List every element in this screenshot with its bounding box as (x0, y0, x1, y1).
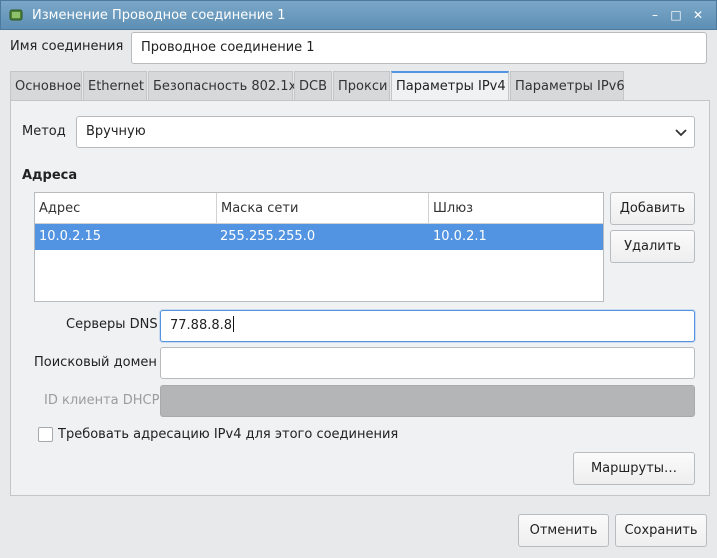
dns-servers-label: Серверы DNS (66, 317, 158, 332)
table-header: Адрес Маска сети Шлюз (35, 193, 603, 224)
cell-netmask[interactable]: 255.255.255.0 (220, 224, 315, 250)
window-titlebar: Изменение Проводное соединение 1 – □ ✕ (0, 0, 717, 30)
dhcp-client-id-input (160, 385, 695, 417)
search-domain-label: Поисковый домен (34, 355, 157, 370)
tab-general[interactable]: Основное (10, 71, 82, 101)
window-title: Изменение Проводное соединение 1 (32, 8, 286, 23)
require-ipv4-label[interactable]: Требовать адресацию IPv4 для этого соеди… (58, 427, 398, 442)
connection-name-input[interactable]: Проводное соединение 1 (131, 32, 707, 64)
dhcp-client-id-label: ID клиента DHCP (44, 393, 160, 408)
settings-tabs: Основное Ethernet Безопасность 802.1x DC… (10, 71, 710, 102)
table-row[interactable]: 10.0.2.15 255.255.255.0 10.0.2.1 (35, 224, 603, 250)
tab-ipv4-settings[interactable]: Параметры IPv4 (391, 71, 509, 102)
dns-servers-input[interactable]: 77.88.8.8 (160, 310, 695, 342)
addresses-table[interactable]: Адрес Маска сети Шлюз 10.0.2.15 255.255.… (34, 192, 604, 302)
column-header-netmask[interactable]: Маска сети (216, 193, 428, 224)
dns-servers-value: 77.88.8.8 (170, 318, 233, 333)
require-ipv4-checkbox[interactable] (38, 427, 53, 442)
column-header-gateway[interactable]: Шлюз (428, 193, 603, 224)
tab-ipv6-settings[interactable]: Параметры IPv6 (510, 71, 625, 101)
method-label: Метод (22, 124, 66, 139)
method-select[interactable]: Вручную (76, 116, 695, 148)
routes-button[interactable]: Маршруты… (573, 452, 695, 485)
search-domain-input[interactable] (160, 347, 695, 379)
addresses-heading: Адреса (22, 168, 78, 183)
column-header-address[interactable]: Адрес (35, 193, 216, 224)
chevron-down-icon (675, 129, 687, 137)
cell-gateway[interactable]: 10.0.2.1 (433, 224, 487, 250)
save-button[interactable]: Сохранить (615, 514, 707, 547)
method-value: Вручную (86, 124, 146, 139)
add-address-button[interactable]: Добавить (610, 192, 695, 225)
delete-address-button[interactable]: Удалить (610, 230, 695, 263)
cancel-button[interactable]: Отменить (518, 514, 609, 547)
tab-dcb[interactable]: DCB (294, 71, 332, 101)
close-icon[interactable]: ✕ (690, 7, 706, 23)
maximize-icon[interactable]: □ (668, 7, 684, 23)
cell-address[interactable]: 10.0.2.15 (39, 224, 101, 250)
connection-name-label: Имя соединения (10, 39, 124, 54)
text-caret (233, 316, 235, 332)
minimize-icon[interactable]: – (647, 7, 663, 23)
network-connection-icon (9, 9, 23, 21)
tab-security-8021x[interactable]: Безопасность 802.1x (148, 71, 296, 101)
tab-ethernet[interactable]: Ethernet (83, 71, 147, 101)
tab-proxy[interactable]: Прокси (333, 71, 390, 101)
